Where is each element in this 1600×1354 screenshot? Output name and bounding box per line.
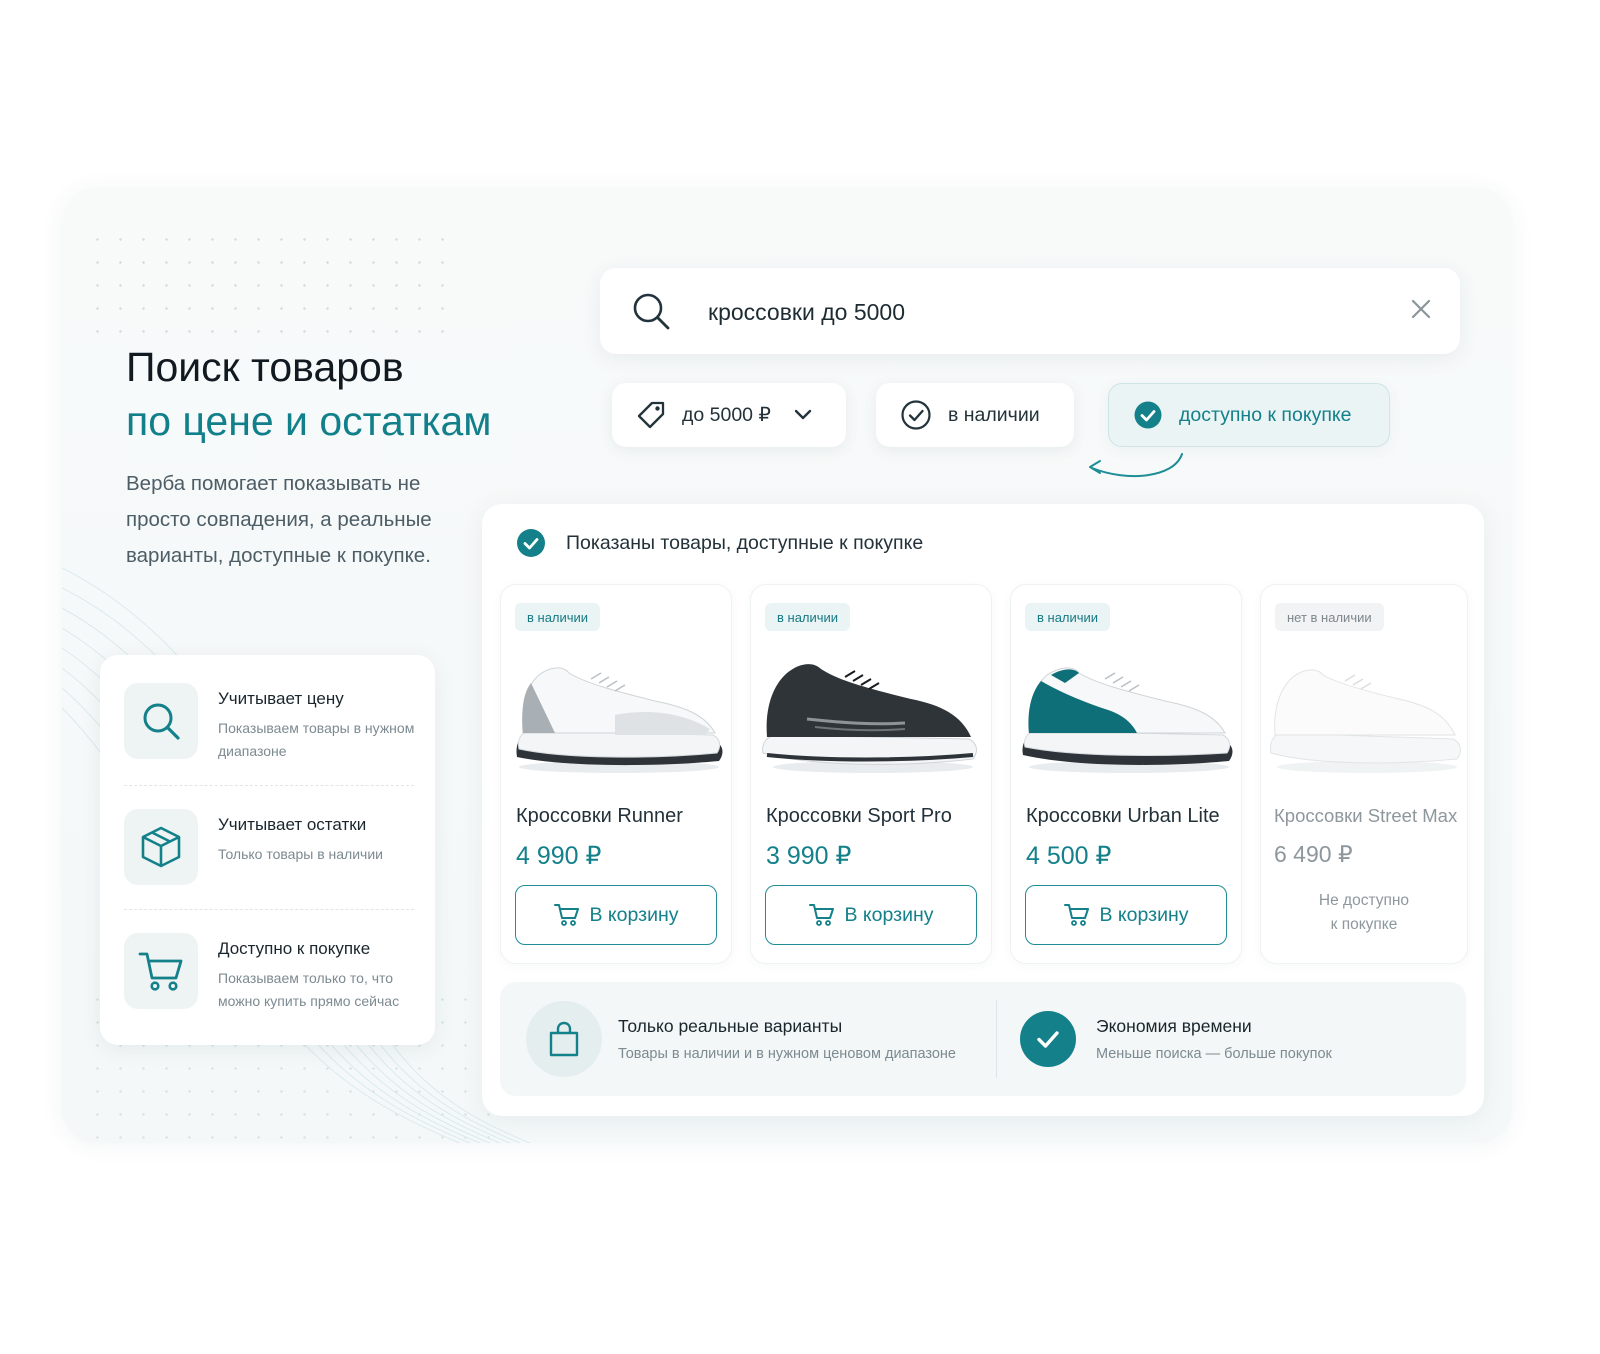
product-price: 4 990 ₽ xyxy=(516,842,602,870)
product-card[interactable]: в наличии Кроссовки Urban Lite 4 500 ₽ В… xyxy=(1010,584,1242,964)
product-card[interactable]: в наличии Кроссовки Runner 4 990 ₽ В кор… xyxy=(500,584,732,964)
check-filled-icon xyxy=(517,529,545,557)
filter-label: доступно к покупке xyxy=(1179,403,1352,426)
search-icon xyxy=(630,290,672,337)
filter-label: до 5000 ₽ xyxy=(682,404,771,426)
cart-icon xyxy=(1063,903,1090,927)
stock-badge: в наличии xyxy=(765,603,851,631)
curved-arrow-icon xyxy=(1089,453,1183,478)
check-circle-icon xyxy=(900,399,932,431)
button-label: В корзину xyxy=(589,903,679,926)
add-to-cart-button[interactable]: В корзину xyxy=(1025,885,1227,945)
feature-desc: Показываем товары в нужном диапазоне xyxy=(218,720,415,759)
button-label: В корзину xyxy=(844,903,934,926)
sneaker-image xyxy=(1270,669,1461,773)
feature-available: Доступно к покупке Показываем только то,… xyxy=(124,933,424,1033)
features-card: Учитывает цену Показываем товары в нужно… xyxy=(100,655,435,1045)
product-name: Кроссовки Sport Pro xyxy=(766,805,952,827)
product-card[interactable]: в наличии Кроссовки Sport Pro 3 990 ₽ В … xyxy=(750,584,992,964)
unavailable-note: Не доступно к покупке xyxy=(1261,889,1467,937)
cart-icon xyxy=(553,903,580,927)
results-header: Показаны товары, доступные к покупке xyxy=(516,528,923,558)
stock-badge: в наличии xyxy=(1025,603,1111,631)
benefit-time-saving: Экономия времени Меньше поиска — больше … xyxy=(996,982,1466,1096)
lead-text: Верба помогает показывать не просто совп… xyxy=(126,472,432,567)
cart-icon xyxy=(124,933,198,1009)
add-to-cart-button[interactable]: В корзину xyxy=(515,885,717,945)
unavailable-note-line1: Не доступно xyxy=(1318,892,1410,909)
check-filled-icon xyxy=(1133,400,1163,430)
product-name: Кроссовки Street Max xyxy=(1274,805,1458,826)
title-line-1: Поиск товаров xyxy=(126,344,404,390)
sneaker-image xyxy=(762,664,977,773)
feature-desc: Показываем только то, что можно купить п… xyxy=(218,970,400,1009)
product-price: 3 990 ₽ xyxy=(766,842,852,870)
add-to-cart-button[interactable]: В корзину xyxy=(765,885,977,945)
stock-badge: нет в наличии xyxy=(1275,603,1384,631)
stock-badge: в наличии xyxy=(515,603,601,631)
search-input[interactable] xyxy=(708,292,1348,332)
title-line-2: по цене и остаткам xyxy=(126,398,492,444)
cart-icon xyxy=(808,903,835,927)
chevron-down-icon xyxy=(793,408,813,422)
filter-available[interactable]: доступно к покупке xyxy=(1108,383,1390,447)
benefit-title: Только реальные варианты xyxy=(618,1016,843,1036)
sneaker-image xyxy=(1022,667,1233,773)
product-name: Кроссовки Runner xyxy=(516,805,683,827)
benefit-real-options: Только реальные варианты Товары в наличи… xyxy=(500,982,996,1096)
product-name: Кроссовки Urban Lite xyxy=(1026,805,1220,827)
feature-title: Учитывает остатки xyxy=(218,815,367,834)
results-panel: Показаны товары, доступные к покупке в н… xyxy=(482,504,1484,1116)
benefit-desc: Товары в наличии и в нужном ценовом диап… xyxy=(618,1046,956,1062)
close-icon[interactable] xyxy=(1410,298,1432,325)
bag-icon xyxy=(526,1001,602,1077)
feature-title: Учитывает цену xyxy=(218,689,344,708)
filter-label: в наличии xyxy=(948,403,1040,426)
box-icon xyxy=(124,809,198,885)
page-title: Поиск товаров по цене и остаткам xyxy=(126,340,491,448)
product-price: 6 490 ₽ xyxy=(1274,841,1353,867)
search-icon xyxy=(124,683,198,759)
results-header-text: Показаны товары, доступные к покупке xyxy=(566,531,924,554)
dot-pattern xyxy=(86,228,446,338)
sneaker-image xyxy=(516,667,723,773)
unavailable-note-line2: к покупке xyxy=(1330,916,1398,933)
feature-stock: Учитывает остатки Только товары в наличи… xyxy=(124,809,424,909)
feature-price: Учитывает цену Показываем товары в нужно… xyxy=(124,683,424,783)
divider xyxy=(124,785,414,786)
price-tag-icon xyxy=(636,400,666,430)
check-filled-icon xyxy=(1020,1011,1076,1067)
benefit-desc: Меньше поиска — больше покупок xyxy=(1096,1046,1332,1062)
divider xyxy=(124,909,414,910)
product-price: 4 500 ₽ xyxy=(1026,842,1112,870)
filter-in-stock[interactable]: в наличии xyxy=(876,383,1074,447)
feature-title: Доступно к покупке xyxy=(218,939,371,958)
search-bar xyxy=(600,268,1460,354)
feature-desc: Только товары в наличии xyxy=(218,846,383,862)
button-label: В корзину xyxy=(1099,903,1189,926)
benefits-bar: Только реальные варианты Товары в наличи… xyxy=(500,982,1466,1096)
benefit-title: Экономия времени xyxy=(1096,1016,1252,1036)
product-card[interactable]: нет в наличии Кроссовки Street Max 6 490… xyxy=(1260,584,1468,964)
filter-price[interactable]: до 5000 ₽ xyxy=(612,383,846,447)
